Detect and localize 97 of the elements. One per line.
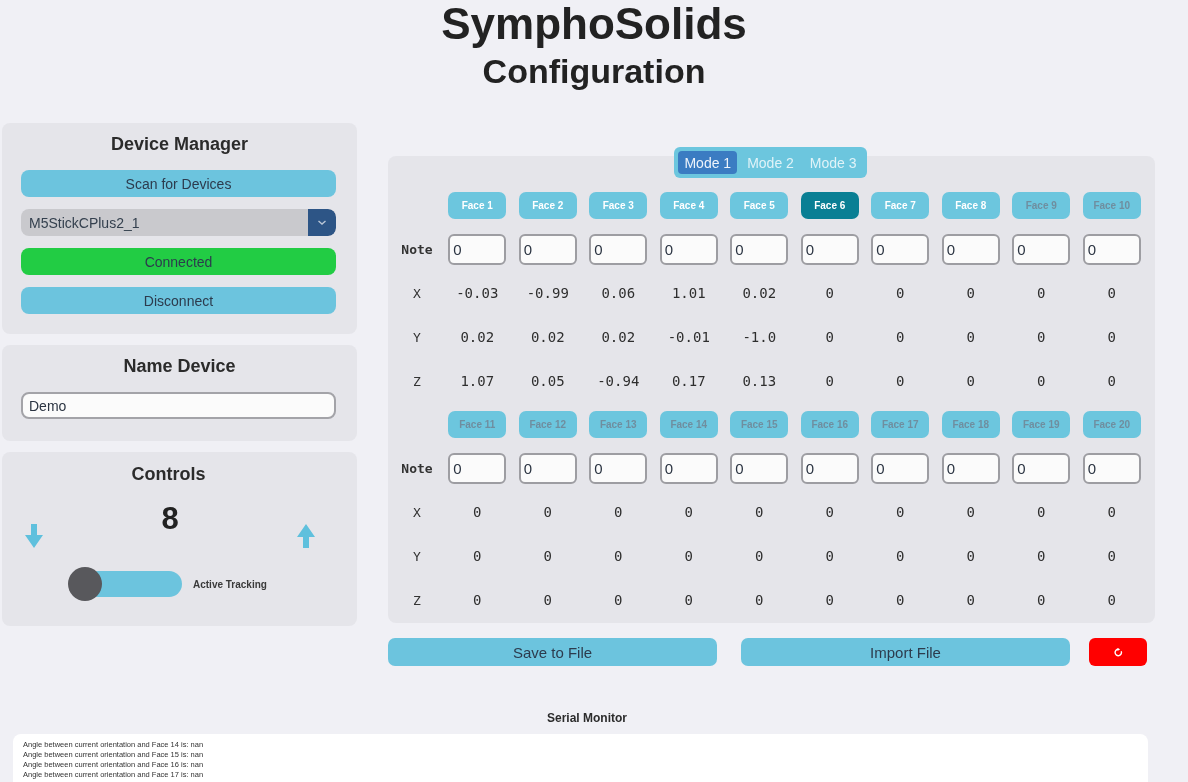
coordinate-cell: 0 (896, 548, 905, 564)
coordinate-cell: 0 (684, 592, 693, 608)
count-value: 8 (161, 502, 179, 536)
coordinate-cell: 0 (1107, 504, 1116, 520)
coordinate-cell: 0 (473, 504, 482, 520)
coordinate-cell: 0 (966, 329, 975, 345)
disconnect-button[interactable]: Disconnect (21, 287, 336, 314)
coordinate-cell: 0 (896, 285, 905, 301)
panel-title: Device Manager (110, 133, 249, 155)
row-label: X (413, 504, 421, 520)
coordinate-cell: 0 (1037, 285, 1046, 301)
serial-monitor-title: Serial Monitor (547, 711, 627, 725)
import-button[interactable]: Import File (741, 638, 1070, 666)
note-field[interactable]: 0 (448, 233, 507, 265)
coordinate-cell: 0 (1107, 373, 1116, 389)
coordinate-cell: 0 (1037, 548, 1046, 564)
coordinate-cell: 0 (614, 592, 623, 608)
coordinate-cell: 0.17 (671, 373, 706, 389)
row-label: Y (413, 548, 421, 564)
coordinate-cell: 0 (1037, 592, 1046, 608)
coordinate-cell: 0 (825, 504, 834, 520)
coordinate-cell: 0.02 (460, 329, 495, 345)
row-label: Note (401, 460, 433, 476)
note-field[interactable]: 0 (871, 233, 930, 265)
coordinate-cell: -0.01 (667, 329, 710, 345)
coordinate-cell: 0 (825, 329, 834, 345)
coordinate-cell: 0 (825, 548, 834, 564)
toggle-label: Active Tracking (193, 578, 267, 590)
panel-title: Controls (131, 463, 206, 485)
refresh-icon (1113, 647, 1123, 657)
scan-button[interactable]: Scan for Devices (21, 170, 336, 197)
coordinate-cell: 0 (896, 329, 905, 345)
coordinate-cell: 0.05 (530, 373, 565, 389)
coordinate-cell: 0 (896, 504, 905, 520)
row-label: X (413, 285, 421, 301)
coordinate-cell: -1.0 (742, 329, 777, 345)
row-label: Z (413, 592, 421, 608)
coordinate-cell: 0 (755, 504, 764, 520)
coordinate-cell: 0 (1107, 548, 1116, 564)
row-label: Z (413, 373, 421, 389)
coordinate-cell: 0 (966, 504, 975, 520)
coordinate-cell: 0 (755, 548, 764, 564)
mode-tab[interactable]: Mode 1 (678, 151, 738, 174)
coordinate-cell: 0 (966, 548, 975, 564)
panel-title: Name Device (123, 355, 236, 377)
coordinate-cell: 0.13 (742, 373, 777, 389)
app-title: SymphoSolids (441, 0, 747, 50)
note-field[interactable]: 0 (730, 233, 789, 265)
save-button[interactable]: Save to File (388, 638, 717, 666)
coordinate-cell: 0 (755, 592, 764, 608)
face-button[interactable]: Face 6 (800, 192, 859, 219)
page-subtitle: Configuration (482, 51, 706, 92)
note-field[interactable]: 0 (589, 233, 648, 265)
note-field[interactable]: 0 (800, 233, 859, 265)
coordinate-cell: -0.94 (597, 373, 640, 389)
reset-button[interactable] (1089, 638, 1147, 666)
coordinate-cell: 1.01 (671, 285, 706, 301)
coordinate-cell: 0 (825, 373, 834, 389)
coordinate-cell: -0.99 (526, 285, 569, 301)
coordinate-cell: 0 (473, 592, 482, 608)
coordinate-cell: 0 (473, 548, 482, 564)
coordinate-cell: 0 (825, 285, 834, 301)
coordinate-cell: 0 (1107, 329, 1116, 345)
coordinate-cell: 0 (543, 548, 552, 564)
coordinate-cell: 0.06 (601, 285, 636, 301)
coordinate-cell: 0 (1037, 329, 1046, 345)
coordinate-cell: 0 (966, 285, 975, 301)
coordinate-cell: 0 (1037, 504, 1046, 520)
row-label: Note (401, 241, 433, 257)
coordinate-cell: 0.02 (742, 285, 777, 301)
connection-status: Connected (21, 248, 336, 275)
coordinate-cell: 0.02 (530, 329, 565, 345)
coordinate-cell: 0 (966, 592, 975, 608)
coordinate-cell: 0 (1107, 285, 1116, 301)
coordinate-cell: 0 (684, 504, 693, 520)
coordinate-cell: 0 (1107, 592, 1116, 608)
coordinate-cell: 0 (1037, 373, 1046, 389)
coordinate-cell: 0 (543, 504, 552, 520)
coordinate-cell: 0 (896, 592, 905, 608)
coordinate-cell: 0 (825, 592, 834, 608)
caret-icon[interactable] (308, 209, 336, 236)
device-select[interactable]: M5StickCPlus2_1 (21, 209, 336, 236)
coordinate-cell: 0 (966, 373, 975, 389)
coordinate-cell: 0 (684, 548, 693, 564)
coordinate-cell: 0 (543, 592, 552, 608)
note-field[interactable]: 0 (941, 233, 1000, 265)
note-field[interactable]: 0 (659, 233, 718, 265)
coordinate-cell: 1.07 (460, 373, 495, 389)
coordinate-cell: 0 (896, 373, 905, 389)
name-field[interactable]: Demo (21, 392, 336, 419)
coordinate-cell: 0 (614, 548, 623, 564)
coordinate-cell: 0 (614, 504, 623, 520)
tracking-toggle[interactable] (68, 567, 182, 601)
row-label: Y (413, 329, 421, 345)
note-field[interactable]: 0 (518, 233, 577, 265)
coordinate-cell: -0.03 (456, 285, 499, 301)
coordinate-cell: 0.02 (601, 329, 636, 345)
